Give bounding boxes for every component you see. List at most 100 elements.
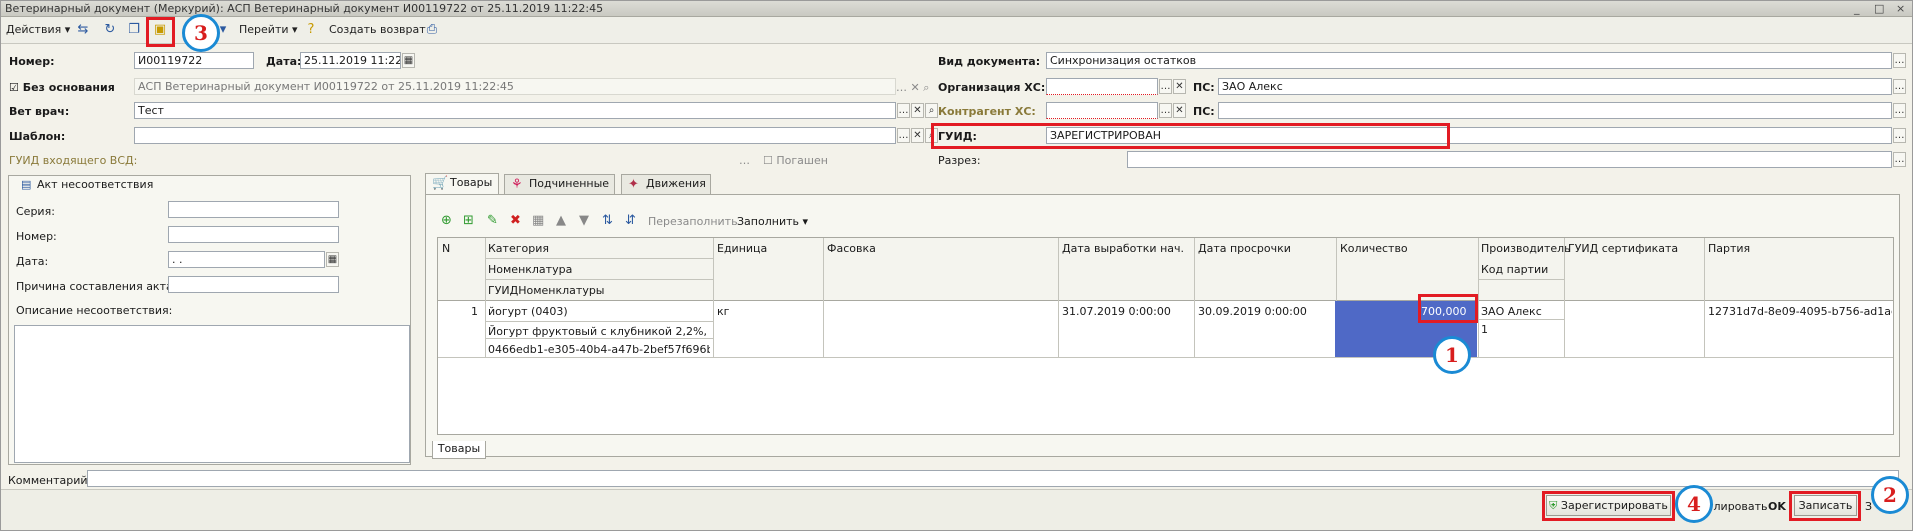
- ps1-select-icon[interactable]: …: [1893, 79, 1906, 94]
- add-copy-icon[interactable]: ⊞: [463, 213, 474, 228]
- ps2-field[interactable]: [1218, 102, 1892, 119]
- act-number-field[interactable]: [168, 226, 339, 243]
- col-qty[interactable]: Количество: [1340, 242, 1408, 255]
- col-packing[interactable]: Фасовка: [827, 242, 876, 255]
- template-clear-icon[interactable]: ✕: [911, 128, 924, 143]
- doctype-field[interactable]: Синхронизация остатков: [1046, 52, 1892, 69]
- series-field[interactable]: [168, 201, 339, 218]
- col-producer[interactable]: Производитель: [1481, 242, 1571, 255]
- act-icon: ▤: [21, 178, 32, 191]
- comment-field[interactable]: [87, 470, 1899, 487]
- goto-menu[interactable]: Перейти ▾: [239, 23, 298, 36]
- org-clear-icon[interactable]: ✕: [1173, 79, 1186, 94]
- org-field[interactable]: [1046, 78, 1158, 95]
- ps1-label: ПС:: [1193, 81, 1215, 94]
- row-producer[interactable]: ЗАО Алекс: [1481, 305, 1542, 318]
- tab-movements[interactable]: ✦ Движения: [621, 174, 711, 194]
- save-row-icon[interactable]: ▦: [532, 213, 544, 228]
- description-label: Описание несоответствия:: [16, 304, 173, 317]
- col-n[interactable]: N: [442, 242, 450, 255]
- vet-field[interactable]: Тест: [134, 102, 896, 119]
- nobasis-select-icon[interactable]: … ✕ ⌕: [896, 81, 929, 95]
- row-batch[interactable]: 12731d7d-8e09-4095-b756-ad1ad07...: [1708, 305, 1892, 318]
- ok-button[interactable]: OK: [1768, 500, 1786, 513]
- grid-header-divider: [438, 300, 1893, 301]
- row-expiry[interactable]: 30.09.2019 0:00:00: [1198, 305, 1307, 318]
- col-cert-guid[interactable]: ГУИД сертификата: [1568, 242, 1678, 255]
- nobasis-checkbox[interactable]: ☑ Без основания: [9, 81, 115, 94]
- ps2-select-icon[interactable]: …: [1893, 103, 1906, 118]
- row-guid-nom[interactable]: 0466edb1-e305-40b4-a47b-2bef57f696b2: [488, 343, 710, 356]
- row-prod-date[interactable]: 31.07.2019 0:00:00: [1062, 305, 1171, 318]
- delete-icon[interactable]: ✖: [510, 213, 521, 228]
- print-icon[interactable]: ⎙: [423, 21, 441, 39]
- move-down-icon[interactable]: ▼: [579, 213, 589, 228]
- add-icon[interactable]: ⊕: [441, 213, 452, 228]
- contractor-clear-icon[interactable]: ✕: [1173, 103, 1186, 118]
- tab-subordinate[interactable]: ⚘ Подчиненные: [504, 174, 615, 194]
- refill-button[interactable]: Перезаполнить: [648, 215, 738, 228]
- title-bar: Ветеринарный документ (Меркурий): АСП Ве…: [1, 1, 1912, 17]
- grid-header-sub2: [486, 279, 713, 280]
- incoming-select-icon[interactable]: …: [739, 154, 750, 167]
- col-guid-nom[interactable]: ГУИДНоменклатуры: [488, 284, 605, 297]
- maximize-icon[interactable]: □: [1874, 2, 1884, 15]
- create-return-button[interactable]: Создать возврат: [329, 23, 426, 36]
- calendar-icon[interactable]: ▦: [402, 53, 415, 68]
- description-field[interactable]: [14, 325, 410, 463]
- col-batch[interactable]: Партия: [1708, 242, 1750, 255]
- close-button[interactable]: З: [1865, 500, 1872, 513]
- section-select-icon[interactable]: …: [1893, 152, 1906, 167]
- template-select-icon[interactable]: …: [897, 128, 910, 143]
- fill-menu[interactable]: Заполнить ▾: [737, 215, 808, 228]
- row-category[interactable]: йогурт (0403): [488, 305, 710, 318]
- org-select-icon[interactable]: …: [1159, 79, 1172, 94]
- tab-goods[interactable]: 🛒 Товары: [425, 173, 499, 194]
- refresh-icon[interactable]: ↻: [101, 21, 119, 39]
- ps1-field[interactable]: ЗАО Алекс: [1218, 78, 1892, 95]
- select-icon[interactable]: …: [1893, 53, 1906, 68]
- act-date-field[interactable]: . .: [168, 251, 325, 268]
- minimize-icon[interactable]: _: [1854, 2, 1860, 15]
- close-icon[interactable]: ×: [1896, 2, 1905, 15]
- actions-menu[interactable]: Действия ▾: [6, 23, 70, 36]
- cancel-button[interactable]: улировать: [1707, 500, 1768, 513]
- repaid-checkbox[interactable]: ☐ Погашен: [763, 154, 828, 167]
- main-toolbar: Действия ▾ ⇆ ↻ ❐ ▣ ▾ Перейти ▾ ? Создать…: [1, 17, 1912, 44]
- col-unit[interactable]: Единица: [717, 242, 767, 255]
- contractor-field[interactable]: [1046, 102, 1158, 119]
- window-title: Ветеринарный документ (Меркурий): АСП Ве…: [5, 2, 604, 15]
- copy-icon[interactable]: ❐: [125, 21, 143, 39]
- guid-select-icon[interactable]: …: [1893, 128, 1906, 143]
- move-up-icon[interactable]: ▲: [556, 213, 566, 228]
- nobasis-field[interactable]: АСП Ветеринарный документ И00119722 от 2…: [134, 78, 896, 95]
- cart-icon: 🛒: [432, 176, 449, 191]
- col-prod-date[interactable]: Дата выработки нач.: [1062, 242, 1184, 255]
- row-unit[interactable]: кг: [717, 305, 729, 318]
- sort-desc-icon[interactable]: ⇵: [625, 213, 636, 228]
- vet-label: Вет врач:: [9, 105, 70, 118]
- tab-goods-bottom[interactable]: Товары: [432, 441, 486, 459]
- row-batch-code[interactable]: 1: [1481, 323, 1488, 336]
- row-nomenclature[interactable]: Йогурт фруктовый с клубникой 2,2%, пюр..…: [488, 325, 710, 338]
- col-expiry[interactable]: Дата просрочки: [1198, 242, 1291, 255]
- contractor-select-icon[interactable]: …: [1159, 103, 1172, 118]
- section-field[interactable]: [1127, 151, 1892, 168]
- move-icon[interactable]: ⇆: [74, 21, 92, 39]
- number-field[interactable]: И00119722: [134, 52, 254, 69]
- col-nomenclature[interactable]: Номенклатура: [488, 263, 572, 276]
- help-icon[interactable]: ?: [302, 21, 320, 39]
- vet-clear-icon[interactable]: ✕: [911, 103, 924, 118]
- share-icon: ⚘: [511, 177, 523, 192]
- template-field[interactable]: [134, 127, 896, 144]
- edit-icon[interactable]: ✎: [487, 213, 498, 228]
- vet-search-icon[interactable]: ⌕: [925, 103, 938, 118]
- date-field[interactable]: 25.11.2019 11:22:4: [300, 52, 401, 69]
- col-batch-code[interactable]: Код партии: [1481, 263, 1548, 276]
- document-window: Ветеринарный документ (Меркурий): АСП Ве…: [0, 0, 1913, 531]
- col-category[interactable]: Категория: [488, 242, 549, 255]
- reason-field[interactable]: [168, 276, 339, 293]
- sort-asc-icon[interactable]: ⇅: [602, 213, 613, 228]
- act-calendar-icon[interactable]: ▦: [326, 252, 339, 267]
- vet-select-icon[interactable]: …: [897, 103, 910, 118]
